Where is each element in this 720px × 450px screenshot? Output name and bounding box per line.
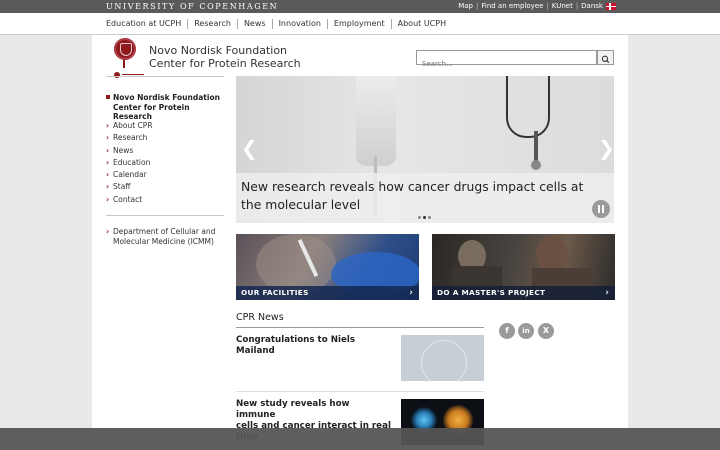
pause-icon[interactable] [592,200,610,218]
tile-label: OUR FACILITIES [241,288,309,297]
kunet-link[interactable]: KUnet [552,2,573,11]
news-item-divider [236,391,484,392]
tile-label: DO A MASTER'S PROJECT [437,288,546,297]
carousel-dot[interactable] [428,216,431,219]
hero-carousel[interactable]: ❮ ❯ New research reveals how cancer drug… [236,76,614,223]
sidebar-current-line1: Novo Nordisk Foundation [113,93,220,102]
carousel-prev-icon[interactable]: ❮ [241,138,258,158]
nav-education[interactable]: Education at UCPH [106,19,187,29]
sidebar-item-education[interactable]: Education [106,157,153,170]
news-heading[interactable]: CPR News [236,312,284,323]
chevron-right-icon: › [409,288,413,298]
news-item-title[interactable]: Congratulations to Niels Mailand [236,335,391,357]
carousel-next-icon[interactable]: ❯ [598,138,614,158]
nav-employment[interactable]: Employment [326,19,391,29]
separator: | [546,2,549,10]
sidebar-item-news[interactable]: News [106,145,153,158]
top-bar: UNIVERSITY OF COPENHAGEN Map | Find an em… [0,0,720,13]
sidebar-item-calendar[interactable]: Calendar [106,169,153,182]
danish-flag-icon[interactable] [606,3,616,10]
news-thumbnail[interactable] [401,335,484,381]
hero-headline-line1: New research reveals how cancer drugs im… [241,179,584,194]
carousel-dot[interactable] [423,216,426,219]
sidebar-divider [106,215,224,216]
logo-dot [114,72,120,78]
university-seal-icon [421,340,467,381]
sidebar-current-section[interactable]: Novo Nordisk Foundation Center for Prote… [106,93,224,122]
hero-headline-line2: the molecular level [241,196,361,212]
language-link[interactable]: Dansk [581,2,603,11]
linkedin-icon[interactable]: in [518,323,534,339]
find-employee-link[interactable]: Find an employee [481,2,543,11]
hero-headline[interactable]: New research reveals how cancer drugs im… [241,178,611,213]
search-box [416,50,597,71]
sidebar-rule [106,76,224,77]
logo-rule [122,74,144,75]
hero-image-stethoscope-head [531,160,541,170]
map-link[interactable]: Map [458,2,473,11]
separator: | [575,2,579,10]
sidebar-item-research[interactable]: Research [106,132,153,145]
news-rule [236,327,484,328]
sidebar-item-about[interactable]: About CPR [106,120,153,133]
sidebar-menu: About CPR Research News Education Calend… [106,120,153,206]
tile-masters-project[interactable]: DO A MASTER'S PROJECT › [432,234,615,300]
tile-our-facilities[interactable]: OUR FACILITIES › [236,234,419,300]
hero-image-stethoscope [506,76,550,138]
carousel-dots [418,216,431,219]
sidebar-current-line2: Center for Protein Research [113,102,190,122]
sidebar-item-icmm[interactable]: Department of Cellular and Molecular Med… [106,227,223,247]
icmm-line2: Molecular Medicine (ICMM) [113,237,214,246]
search-button[interactable] [597,50,614,65]
nav-news[interactable]: News [236,19,272,29]
hero-image-stethoscope-tube [534,131,538,161]
news-item-title-line1: New study reveals how immune [236,399,350,420]
center-title[interactable]: Novo Nordisk Foundation Center for Prote… [149,44,301,70]
chevron-right-icon: › [605,288,609,298]
cookie-banner [0,428,720,450]
hero-image-iv-bag [356,76,396,166]
search-icon [601,55,610,64]
facebook-icon[interactable]: f [499,323,515,339]
university-seal-icon [114,38,136,60]
main-nav: Education at UCPH Research News Innovati… [0,13,720,35]
search-input[interactable] [417,57,597,71]
icmm-line1: Department of Cellular and [113,227,216,236]
nav-about[interactable]: About UCPH [390,19,452,29]
university-wordmark[interactable]: UNIVERSITY OF COPENHAGEN [106,1,278,12]
x-twitter-icon[interactable]: X [538,323,554,339]
sidebar-item-contact[interactable]: Contact [106,194,153,207]
sidebar-item-staff[interactable]: Staff [106,181,153,194]
center-title-line1: Novo Nordisk Foundation [149,44,288,57]
separator: | [476,2,479,10]
nav-research[interactable]: Research [187,19,237,29]
carousel-dot[interactable] [418,216,421,219]
center-title-line2: Center for Protein Research [149,57,301,70]
top-links: Map | Find an employee | KUnet | Dansk [458,2,616,11]
nav-innovation[interactable]: Innovation [271,19,327,29]
